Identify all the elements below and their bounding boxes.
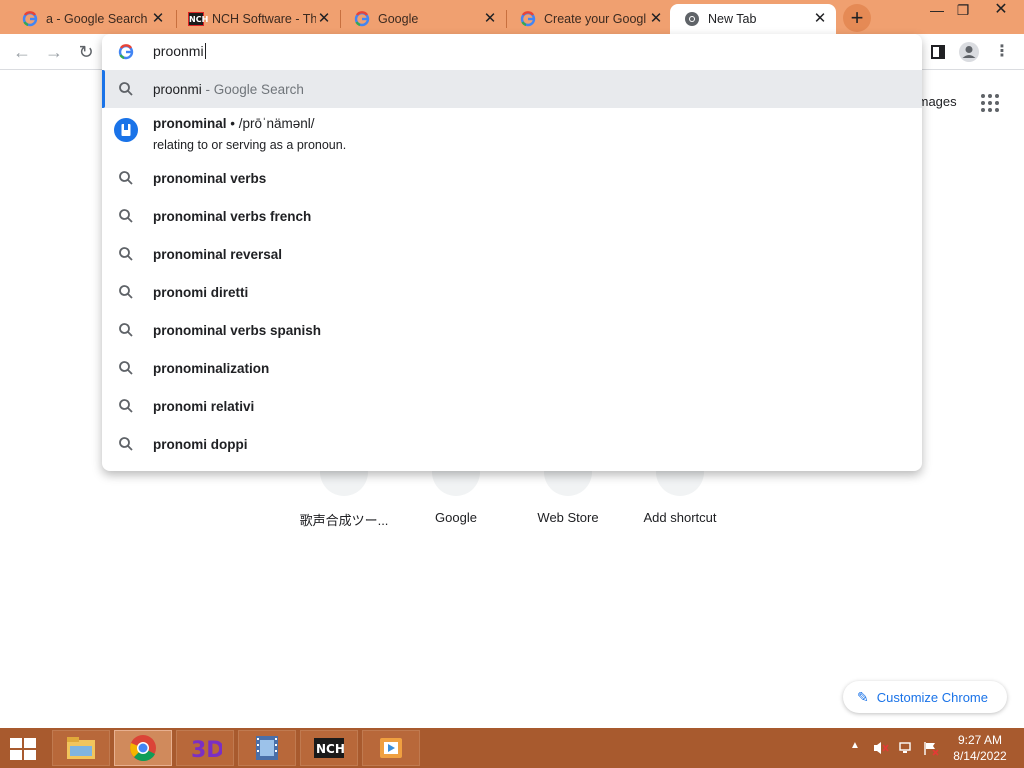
suggestion-item[interactable]: pronominal verbs <box>102 159 922 197</box>
dictionary-pronunciation: • /prōˈnämənl/ <box>226 116 315 131</box>
windows-start-icon[interactable] <box>8 736 38 762</box>
tab-nch-software[interactable]: NCH NCH Software - Th ✕ <box>174 4 340 34</box>
suggestion-item[interactable]: pronominal verbs french <box>102 197 922 235</box>
tab-title: Create your Googl <box>544 12 647 26</box>
shortcut-label: Google <box>435 510 477 525</box>
search-icon <box>119 323 133 337</box>
suggestion-item[interactable]: pronominal verbs spanish <box>102 311 922 349</box>
suggestion-item[interactable]: pronomi relativi <box>102 387 922 425</box>
tab-google-search[interactable]: a - Google Search ✕ <box>8 4 174 34</box>
nch-icon: NCH <box>188 12 208 26</box>
tab-google[interactable]: Google ✕ <box>340 4 506 34</box>
clock-time: 9:27 AM <box>957 733 1003 747</box>
tab-create-google[interactable]: Create your Googl ✕ <box>506 4 672 34</box>
close-icon[interactable]: ✕ <box>482 11 498 27</box>
window-close-icon[interactable]: ✕ <box>984 0 1018 22</box>
suggestion-query: pronominal verbs french <box>153 208 312 224</box>
tab-title: a - Google Search <box>46 12 148 26</box>
omnibox-dropdown: proonmi proonmi - Google Search pronomin… <box>102 34 922 471</box>
media-player-icon[interactable] <box>362 730 420 766</box>
chrome-icon <box>685 12 699 26</box>
customize-label: Customize Chrome <box>876 689 988 705</box>
omnibox-input[interactable]: proonmi <box>153 43 206 59</box>
svg-text:NCH: NCH <box>316 742 345 756</box>
back-icon[interactable]: ← <box>10 40 34 64</box>
search-icon <box>119 399 133 413</box>
reload-icon[interactable]: ↻ <box>74 40 98 64</box>
suggestion-query: pronominalization <box>153 360 270 376</box>
menu-kebab-icon[interactable]: ⋮ <box>990 40 1014 64</box>
shortcut-label: Web Store <box>537 510 599 525</box>
profile-avatar-icon[interactable] <box>957 40 981 64</box>
side-panel-icon[interactable] <box>926 40 950 64</box>
taskbar: 3D NCH <box>0 728 1024 768</box>
apps-grid-icon[interactable] <box>980 93 1000 113</box>
search-icon <box>119 437 133 451</box>
close-icon[interactable]: ✕ <box>648 11 664 27</box>
tab-title: Google <box>378 12 419 26</box>
suggestion-item[interactable]: pronomi doppi <box>102 425 922 463</box>
taskbar-clock[interactable]: 9:27 AM 8/14/2022 <box>948 732 1012 764</box>
search-icon <box>119 361 133 375</box>
suggestion-query: pronominal reversal <box>153 246 283 262</box>
omnibox-input-row[interactable]: proonmi <box>102 34 922 70</box>
google-icon <box>22 11 38 27</box>
pencil-icon: ✎ <box>857 688 869 705</box>
google-icon <box>118 44 134 60</box>
show-hidden-icons-icon[interactable]: ▲ <box>850 740 860 751</box>
shortcut-label: 歌声合成ツー... <box>299 513 389 528</box>
suggestion-query: pronomi relativi <box>153 398 255 414</box>
suggestion-query: pronomi doppi <box>153 436 248 452</box>
search-icon <box>119 82 133 96</box>
search-icon <box>119 247 133 261</box>
search-icon <box>119 285 133 299</box>
tab-new-tab[interactable]: New Tab ✕ <box>670 4 836 34</box>
file-explorer-icon[interactable] <box>52 730 110 766</box>
nch-software-icon[interactable]: NCH <box>300 730 358 766</box>
suggestion-query: pronominal verbs spanish <box>153 322 322 338</box>
maximize-icon[interactable]: ❐ <box>946 0 980 22</box>
clock-date: 8/14/2022 <box>953 749 1007 763</box>
svg-text:3D: 3D <box>191 738 222 763</box>
suggestion-suffix: - Google Search <box>201 81 304 97</box>
forward-icon[interactable]: → <box>42 40 66 64</box>
dictionary-definition: relating to or serving as a pronoun. <box>153 138 347 152</box>
suggestion-search-what-you-typed[interactable]: proonmi - Google Search <box>102 70 922 108</box>
suggestion-dictionary[interactable]: pronominal • /prōˈnämənl/ relating to or… <box>102 108 922 160</box>
suggestion-item[interactable]: pronominalization <box>102 349 922 387</box>
search-icon <box>119 209 133 223</box>
suggestion-item[interactable]: pronominal reversal <box>102 235 922 273</box>
close-icon[interactable]: ✕ <box>316 11 332 27</box>
close-icon[interactable]: ✕ <box>812 11 828 27</box>
action-center-flag-icon[interactable] <box>922 740 940 756</box>
google-icon <box>520 11 536 27</box>
network-icon[interactable] <box>898 740 916 756</box>
shortcut-label: Add shortcut <box>643 510 717 525</box>
search-icon <box>119 171 133 185</box>
customize-chrome-button[interactable]: ✎ Customize Chrome <box>843 681 1007 713</box>
dictionary-word: pronominal <box>153 116 227 131</box>
chrome-taskbar-icon[interactable] <box>114 730 172 766</box>
new-tab-button[interactable]: + <box>843 4 871 32</box>
suggestion-query: pronomi diretti <box>153 284 249 300</box>
suggestion-query: proonmi <box>153 81 202 97</box>
3d-app-icon[interactable]: 3D <box>176 730 234 766</box>
google-icon <box>354 11 370 27</box>
volume-muted-icon[interactable] <box>872 740 890 756</box>
video-film-icon[interactable] <box>238 730 296 766</box>
close-icon[interactable]: ✕ <box>150 11 166 27</box>
tab-title: New Tab <box>708 12 757 26</box>
dictionary-book-icon <box>114 118 138 142</box>
suggestion-query: pronominal verbs <box>153 170 267 186</box>
tab-title: NCH Software - Th <box>212 12 316 26</box>
tab-strip: a - Google Search ✕ NCH NCH Software - T… <box>0 0 1024 34</box>
suggestion-item[interactable]: pronomi diretti <box>102 273 922 311</box>
